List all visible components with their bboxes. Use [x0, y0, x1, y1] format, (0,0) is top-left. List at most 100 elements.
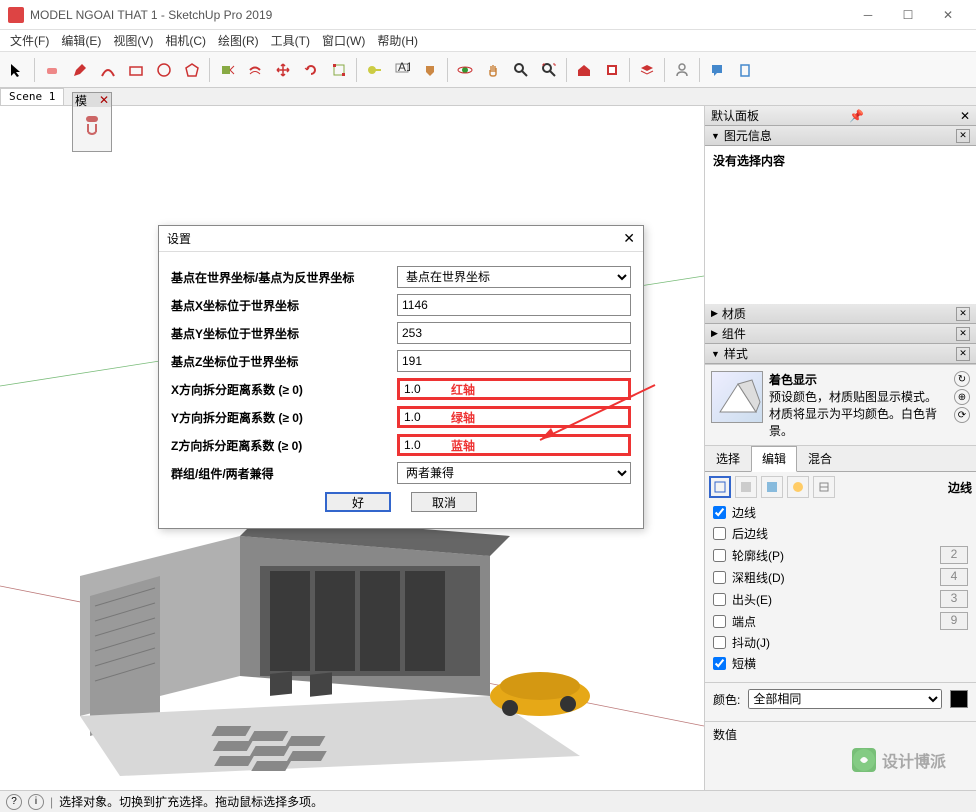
face-settings-icon[interactable]	[735, 476, 757, 498]
edge-label: 边线	[732, 504, 756, 521]
pan-tool-icon[interactable]	[480, 57, 506, 83]
svg-text:A1: A1	[398, 62, 410, 74]
arc-tool-icon[interactable]	[95, 57, 121, 83]
base-z-input[interactable]	[397, 350, 631, 372]
section-style-close-icon[interactable]: ✕	[956, 347, 970, 361]
watermark-settings-icon[interactable]	[787, 476, 809, 498]
pushpull-tool-icon[interactable]	[214, 57, 240, 83]
rotate-tool-icon[interactable]	[298, 57, 324, 83]
ext-checkbox[interactable]	[713, 593, 726, 606]
style-refresh-icon[interactable]: ⟳	[954, 407, 970, 423]
ext-value[interactable]: 3	[940, 590, 968, 608]
explode-tool-icon[interactable]	[79, 111, 105, 137]
select-tool-icon[interactable]	[4, 57, 30, 83]
pencil-tool-icon[interactable]	[67, 57, 93, 83]
modeling-settings-icon[interactable]	[813, 476, 835, 498]
endpoint-checkbox[interactable]	[713, 615, 726, 628]
endpoint-value[interactable]: 9	[940, 612, 968, 630]
subtab-mix[interactable]: 混合	[797, 446, 843, 471]
text-tool-icon[interactable]: A1	[389, 57, 415, 83]
status-info-icon[interactable]: i	[28, 794, 44, 810]
orbit-tool-icon[interactable]	[452, 57, 478, 83]
tray-close-icon[interactable]: ✕	[960, 109, 970, 123]
section-entity-close-icon[interactable]: ✕	[956, 129, 970, 143]
dialog-titlebar[interactable]: 设置 ✕	[159, 226, 643, 252]
dialog-close-icon[interactable]: ✕	[623, 230, 635, 247]
subtab-select[interactable]: 选择	[705, 446, 751, 471]
user-icon[interactable]	[669, 57, 695, 83]
extension-icon[interactable]	[599, 57, 625, 83]
group-mode-select[interactable]: 两者兼得	[397, 462, 631, 484]
menu-draw[interactable]: 绘图(R)	[212, 30, 265, 51]
section-material[interactable]: ▶ 材质 ✕	[705, 304, 976, 324]
status-help-icon[interactable]: ?	[6, 794, 22, 810]
paint-tool-icon[interactable]	[417, 57, 443, 83]
section-material-close-icon[interactable]: ✕	[956, 307, 970, 321]
factor-x-input[interactable]	[397, 378, 631, 400]
tray-panel: 默认面板 📌 ✕ ▼ 图元信息 ✕ 没有选择内容 ▶ 材质 ✕ ▶ 组件 ✕ ▼…	[704, 106, 976, 790]
profile-label: 轮廓线(P)	[732, 547, 784, 564]
depth-checkbox[interactable]	[713, 571, 726, 584]
scale-tool-icon[interactable]	[326, 57, 352, 83]
edge-color-swatch[interactable]	[950, 690, 968, 708]
menu-tools[interactable]: 工具(T)	[265, 30, 316, 51]
rect-tool-icon[interactable]	[123, 57, 149, 83]
offset-tool-icon[interactable]	[242, 57, 268, 83]
subtab-edit[interactable]: 编辑	[751, 446, 797, 472]
jitter-checkbox[interactable]	[713, 636, 726, 649]
layers-icon[interactable]	[634, 57, 660, 83]
profile-checkbox[interactable]	[713, 549, 726, 562]
close-button[interactable]: ✕	[928, 1, 968, 29]
tape-tool-icon[interactable]	[361, 57, 387, 83]
section-component-close-icon[interactable]: ✕	[956, 327, 970, 341]
model-house	[60, 496, 620, 776]
depth-value[interactable]: 4	[940, 568, 968, 586]
zoom-extents-icon[interactable]	[536, 57, 562, 83]
menu-window[interactable]: 窗口(W)	[316, 30, 371, 51]
menu-camera[interactable]: 相机(C)	[159, 30, 212, 51]
dash-checkbox[interactable]	[713, 657, 726, 670]
back-edge-checkbox[interactable]	[713, 527, 726, 540]
menu-edit[interactable]: 编辑(E)	[55, 30, 107, 51]
style-subtabs: 选择 编辑 混合	[705, 446, 976, 472]
section-entity-info[interactable]: ▼ 图元信息 ✕	[705, 126, 976, 146]
move-tool-icon[interactable]	[270, 57, 296, 83]
base-x-input[interactable]	[397, 294, 631, 316]
style-update-icon[interactable]: ↻	[954, 371, 970, 387]
factor-y-label: Y方向拆分距离系数 (≥ 0)	[171, 409, 391, 426]
ok-button[interactable]: 好	[325, 492, 391, 512]
info-icon[interactable]	[732, 57, 758, 83]
help-icon[interactable]	[704, 57, 730, 83]
floating-toolbar-close-icon[interactable]: ✕	[99, 93, 109, 107]
edge-checkbox[interactable]	[713, 506, 726, 519]
edge-color-select[interactable]: 全部相同	[748, 689, 942, 709]
base-y-input[interactable]	[397, 322, 631, 344]
menu-help[interactable]: 帮助(H)	[371, 30, 424, 51]
style-create-icon[interactable]: ⊕	[954, 389, 970, 405]
floating-toolbar[interactable]: 模 ✕	[72, 92, 112, 152]
section-component[interactable]: ▶ 组件 ✕	[705, 324, 976, 344]
floating-toolbar-header[interactable]: 模 ✕	[73, 93, 111, 107]
style-thumbnail[interactable]	[711, 371, 763, 423]
menu-file[interactable]: 文件(F)	[4, 30, 55, 51]
eraser-tool-icon[interactable]	[39, 57, 65, 83]
zoom-tool-icon[interactable]	[508, 57, 534, 83]
minimize-button[interactable]: ─	[848, 1, 888, 29]
factor-y-input[interactable]	[397, 406, 631, 428]
cancel-button[interactable]: 取消	[411, 492, 477, 512]
maximize-button[interactable]: ☐	[888, 1, 928, 29]
tray-pin-icon[interactable]: 📌	[849, 109, 864, 123]
tray-header[interactable]: 默认面板 📌 ✕	[705, 106, 976, 126]
profile-value[interactable]: 2	[940, 546, 968, 564]
circle-tool-icon[interactable]	[151, 57, 177, 83]
bg-settings-icon[interactable]	[761, 476, 783, 498]
warehouse-icon[interactable]	[571, 57, 597, 83]
section-style[interactable]: ▼ 样式 ✕	[705, 344, 976, 364]
coord-mode-select[interactable]: 基点在世界坐标	[397, 266, 631, 288]
edge-settings-icon[interactable]	[709, 476, 731, 498]
scene-tabs: Scene 1	[0, 88, 976, 106]
polygon-tool-icon[interactable]	[179, 57, 205, 83]
scene-tab-1[interactable]: Scene 1	[0, 88, 64, 105]
menu-view[interactable]: 视图(V)	[107, 30, 159, 51]
factor-z-input[interactable]	[397, 434, 631, 456]
